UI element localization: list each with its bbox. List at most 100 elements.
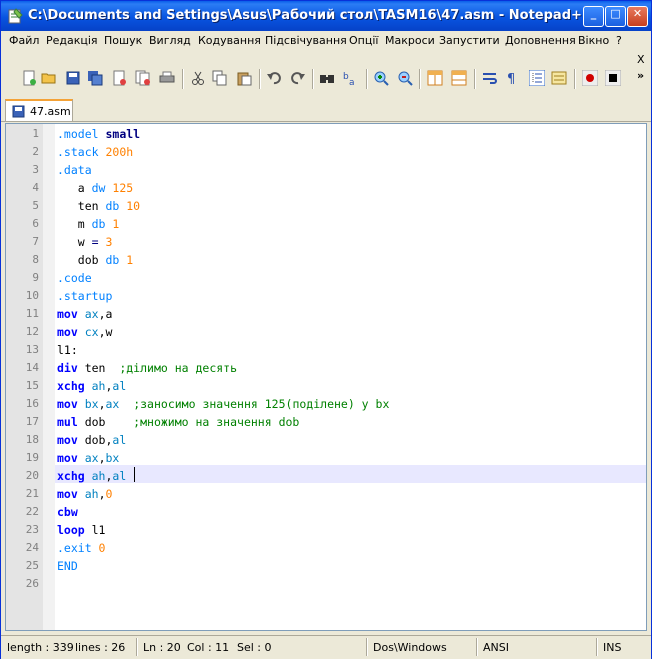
sync-horizontal-icon[interactable] [451,70,467,86]
title-bar[interactable]: C:\Documents and Settings\Asus\Рабочий с… [1,1,651,31]
word-wrap-icon[interactable] [482,70,498,86]
copy-icon[interactable] [212,70,228,86]
line-number[interactable]: 1 [6,127,39,140]
indent-guide-icon[interactable] [529,70,545,86]
code-token: .data [57,163,92,177]
save-all-icon[interactable] [87,70,103,86]
record-macro-icon[interactable] [582,70,598,86]
line-number[interactable]: 5 [6,199,39,212]
print-icon[interactable] [159,70,175,86]
line-number[interactable]: 10 [6,289,39,302]
menu-edit[interactable]: Редакція [46,34,98,47]
line-number[interactable]: 6 [6,217,39,230]
open-file-icon[interactable] [41,70,57,86]
code-line[interactable]: loop l1 [57,521,105,539]
line-number[interactable]: 22 [6,505,39,518]
code-line[interactable]: cbw [57,503,78,521]
code-line[interactable]: mov bx,ax ;заносимо значення 125(поділен… [57,395,389,413]
menu-window[interactable]: Вікно [578,34,609,47]
code-token: xchg [57,469,92,483]
line-number[interactable]: 4 [6,181,39,194]
new-file-icon[interactable] [21,70,37,86]
line-number[interactable]: 26 [6,577,39,590]
menu-search[interactable]: Пошук [104,34,142,47]
menu-file[interactable]: Файл [9,34,39,47]
menu-view[interactable]: Вигляд [149,34,191,47]
code-line[interactable]: .model small [57,125,140,143]
line-number[interactable]: 18 [6,433,39,446]
code-line[interactable]: mov ax,a [57,305,112,323]
code-line[interactable]: mov dob,al [57,431,126,449]
line-number[interactable]: 11 [6,307,39,320]
zoom-in-icon[interactable] [373,70,389,86]
line-number[interactable]: 14 [6,361,39,374]
code-line[interactable]: a dw 125 [57,179,133,197]
toolbar-overflow-chevron-icon[interactable]: » [637,69,644,82]
close-all-icon[interactable] [135,70,151,86]
user-lang-icon[interactable] [551,70,567,86]
code-line[interactable]: mov ax,bx [57,449,119,467]
minimize-button[interactable]: _ [583,6,604,27]
line-number[interactable]: 13 [6,343,39,356]
line-number[interactable]: 20 [6,469,39,482]
maximize-button[interactable]: □ [605,6,626,27]
code-line[interactable]: .code [57,269,92,287]
code-line[interactable]: div ten ;ділимо на десять [57,359,237,377]
code-editor[interactable]: 1 2 3 4 5 6 7 8 9 10 11 12 13 14 15 16 17 18 19 20 21 22 23 24 2… [5,123,647,631]
code-token: ten [84,361,120,375]
replace-icon[interactable]: ba [343,70,359,86]
tab-47-asm[interactable]: 47.asm [5,99,73,121]
zoom-out-icon[interactable] [397,70,413,86]
code-token: w [57,235,92,249]
code-line[interactable]: mul dob ;множимо на значення dob [57,413,299,431]
code-line[interactable]: .startup [57,287,112,305]
line-number[interactable]: 3 [6,163,39,176]
fold-margin[interactable] [43,124,55,630]
code-line[interactable]: mov cx,w [57,323,112,341]
code-line[interactable]: m db 1 [57,215,120,233]
line-number[interactable]: 9 [6,271,39,284]
code-line[interactable]: .stack 200h [57,143,133,161]
menu-encoding[interactable]: Кодування [198,34,261,47]
line-number[interactable]: 2 [6,145,39,158]
code-line[interactable]: xchg ah,al [57,467,126,485]
code-line[interactable]: xchg ah,al [57,377,126,395]
code-line[interactable]: dob db 1 [57,251,133,269]
menu-plugins[interactable]: Доповнення [505,34,576,47]
line-number[interactable]: 8 [6,253,39,266]
line-number[interactable]: 17 [6,415,39,428]
status-selection: Sel : 0 [237,641,272,654]
code-line[interactable]: .data [57,161,92,179]
redo-icon[interactable] [290,70,306,86]
close-icon[interactable] [111,70,127,86]
sync-vertical-icon[interactable] [427,70,443,86]
line-number[interactable]: 25 [6,559,39,572]
line-number[interactable]: 19 [6,451,39,464]
code-line[interactable]: l1: [57,341,78,359]
code-line[interactable]: w = 3 [57,233,113,251]
line-number[interactable]: 7 [6,235,39,248]
line-number[interactable]: 24 [6,541,39,554]
menu-macro[interactable]: Макроси [385,34,435,47]
line-number[interactable]: 23 [6,523,39,536]
line-number[interactable]: 12 [6,325,39,338]
close-button[interactable]: ✕ [627,6,648,27]
code-line[interactable]: END [57,557,78,575]
cut-icon[interactable] [190,70,206,86]
line-number[interactable]: 16 [6,397,39,410]
menu-settings[interactable]: Опції [349,34,378,47]
code-line[interactable]: ten db 10 [57,197,140,215]
menu-language[interactable]: Підсвічування [265,34,347,47]
save-icon[interactable] [65,70,81,86]
menu-run[interactable]: Запустити [439,34,500,47]
code-line[interactable]: .exit 0 [57,539,105,557]
paste-icon[interactable] [236,70,252,86]
line-number[interactable]: 15 [6,379,39,392]
line-number[interactable]: 21 [6,487,39,500]
find-icon[interactable] [319,70,335,86]
menu-help[interactable]: ? [616,34,622,47]
code-line[interactable]: mov ah,0 [57,485,112,503]
stop-record-icon[interactable] [605,70,621,86]
undo-icon[interactable] [266,70,282,86]
show-all-chars-icon[interactable]: ¶ [504,70,520,86]
